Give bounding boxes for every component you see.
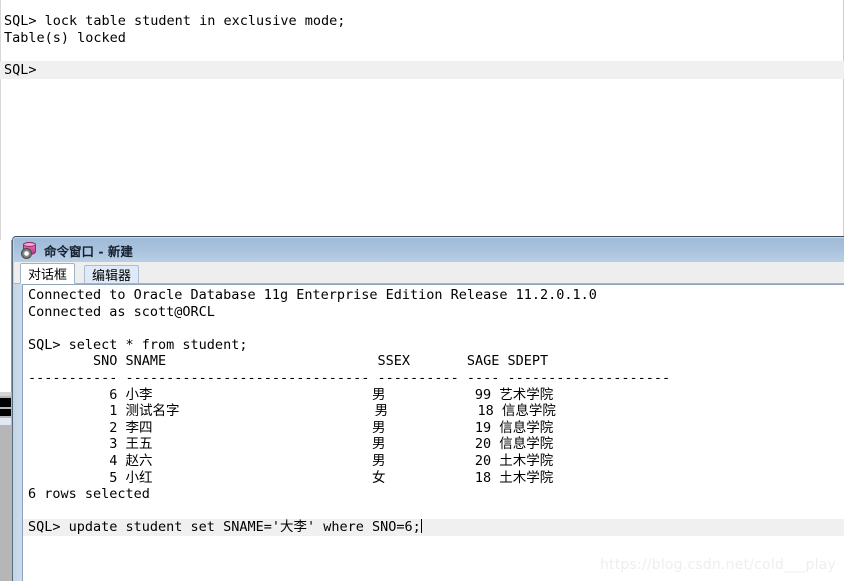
sql-console-line: 3 王五 男 20 信息学院 [28,436,554,453]
sql-console-active-line[interactable]: SQL> update student set SNAME='大李' where… [23,519,844,536]
background-window-strip [0,425,11,581]
watermark-text: https://blog.csdn.net/cold___play [599,557,836,573]
background-window-sliver-top [0,240,12,392]
command-window-title: 命令窗口 - 新建 [44,243,133,259]
background-window-strip [0,418,11,425]
command-window-titlebar[interactable]: 命令窗口 - 新建 [14,238,844,262]
text-caret [420,519,422,534]
sql-console-line: SNO SNAME SSEX SAGE SDEPT [28,353,549,370]
sql-console-line: 4 赵六 男 20 土木学院 [28,452,554,469]
command-window-tabstrip: 对话框 编辑器 [14,262,844,284]
background-window-strip [0,409,11,416]
sql-console-pane[interactable]: Connected to Oracle Database 11g Enterpr… [22,284,844,581]
sql-console-line [28,320,844,337]
background-console-pane: SQL> lock table student in exclusive mod… [0,0,844,240]
background-sql-prompt: SQL> [4,62,37,78]
background-window-strip [0,392,11,396]
background-console-line: SQL> lock table student in exclusive mod… [4,13,346,29]
database-gear-icon [21,241,39,259]
sql-console-line: 2 李四 男 19 信息学院 [28,419,554,436]
sql-console-line: 5 小红 女 18 土木学院 [28,469,554,486]
sql-console-line: SQL> select * from student; [28,336,248,353]
command-window-frame: 命令窗口 - 新建 对话框 编辑器 Connected to Oracle Da… [13,237,844,581]
sql-console-line: Connected as scott@ORCL [28,303,215,320]
sql-console-text: Connected to Oracle Database 11g Enterpr… [23,287,844,536]
sql-console-line [28,503,844,520]
background-console-line: Table(s) locked [4,30,126,46]
background-prompt-row[interactable]: SQL> [0,61,844,79]
tab-dialog[interactable]: 对话框 [20,263,76,284]
background-window-strip [0,398,11,407]
command-window: 命令窗口 - 新建 对话框 编辑器 Connected to Oracle Da… [12,236,844,581]
sql-console-line: ----------- ----------------------------… [28,369,671,386]
sql-console-line: 6 小李 男 99 艺术学院 [28,386,554,403]
sql-console-line: Connected to Oracle Database 11g Enterpr… [28,287,597,303]
tab-editor[interactable]: 编辑器 [84,265,140,284]
sql-console-line: 6 rows selected [28,486,150,503]
sql-console-line: 1 测试名字 男 18 信息学院 [28,403,556,420]
